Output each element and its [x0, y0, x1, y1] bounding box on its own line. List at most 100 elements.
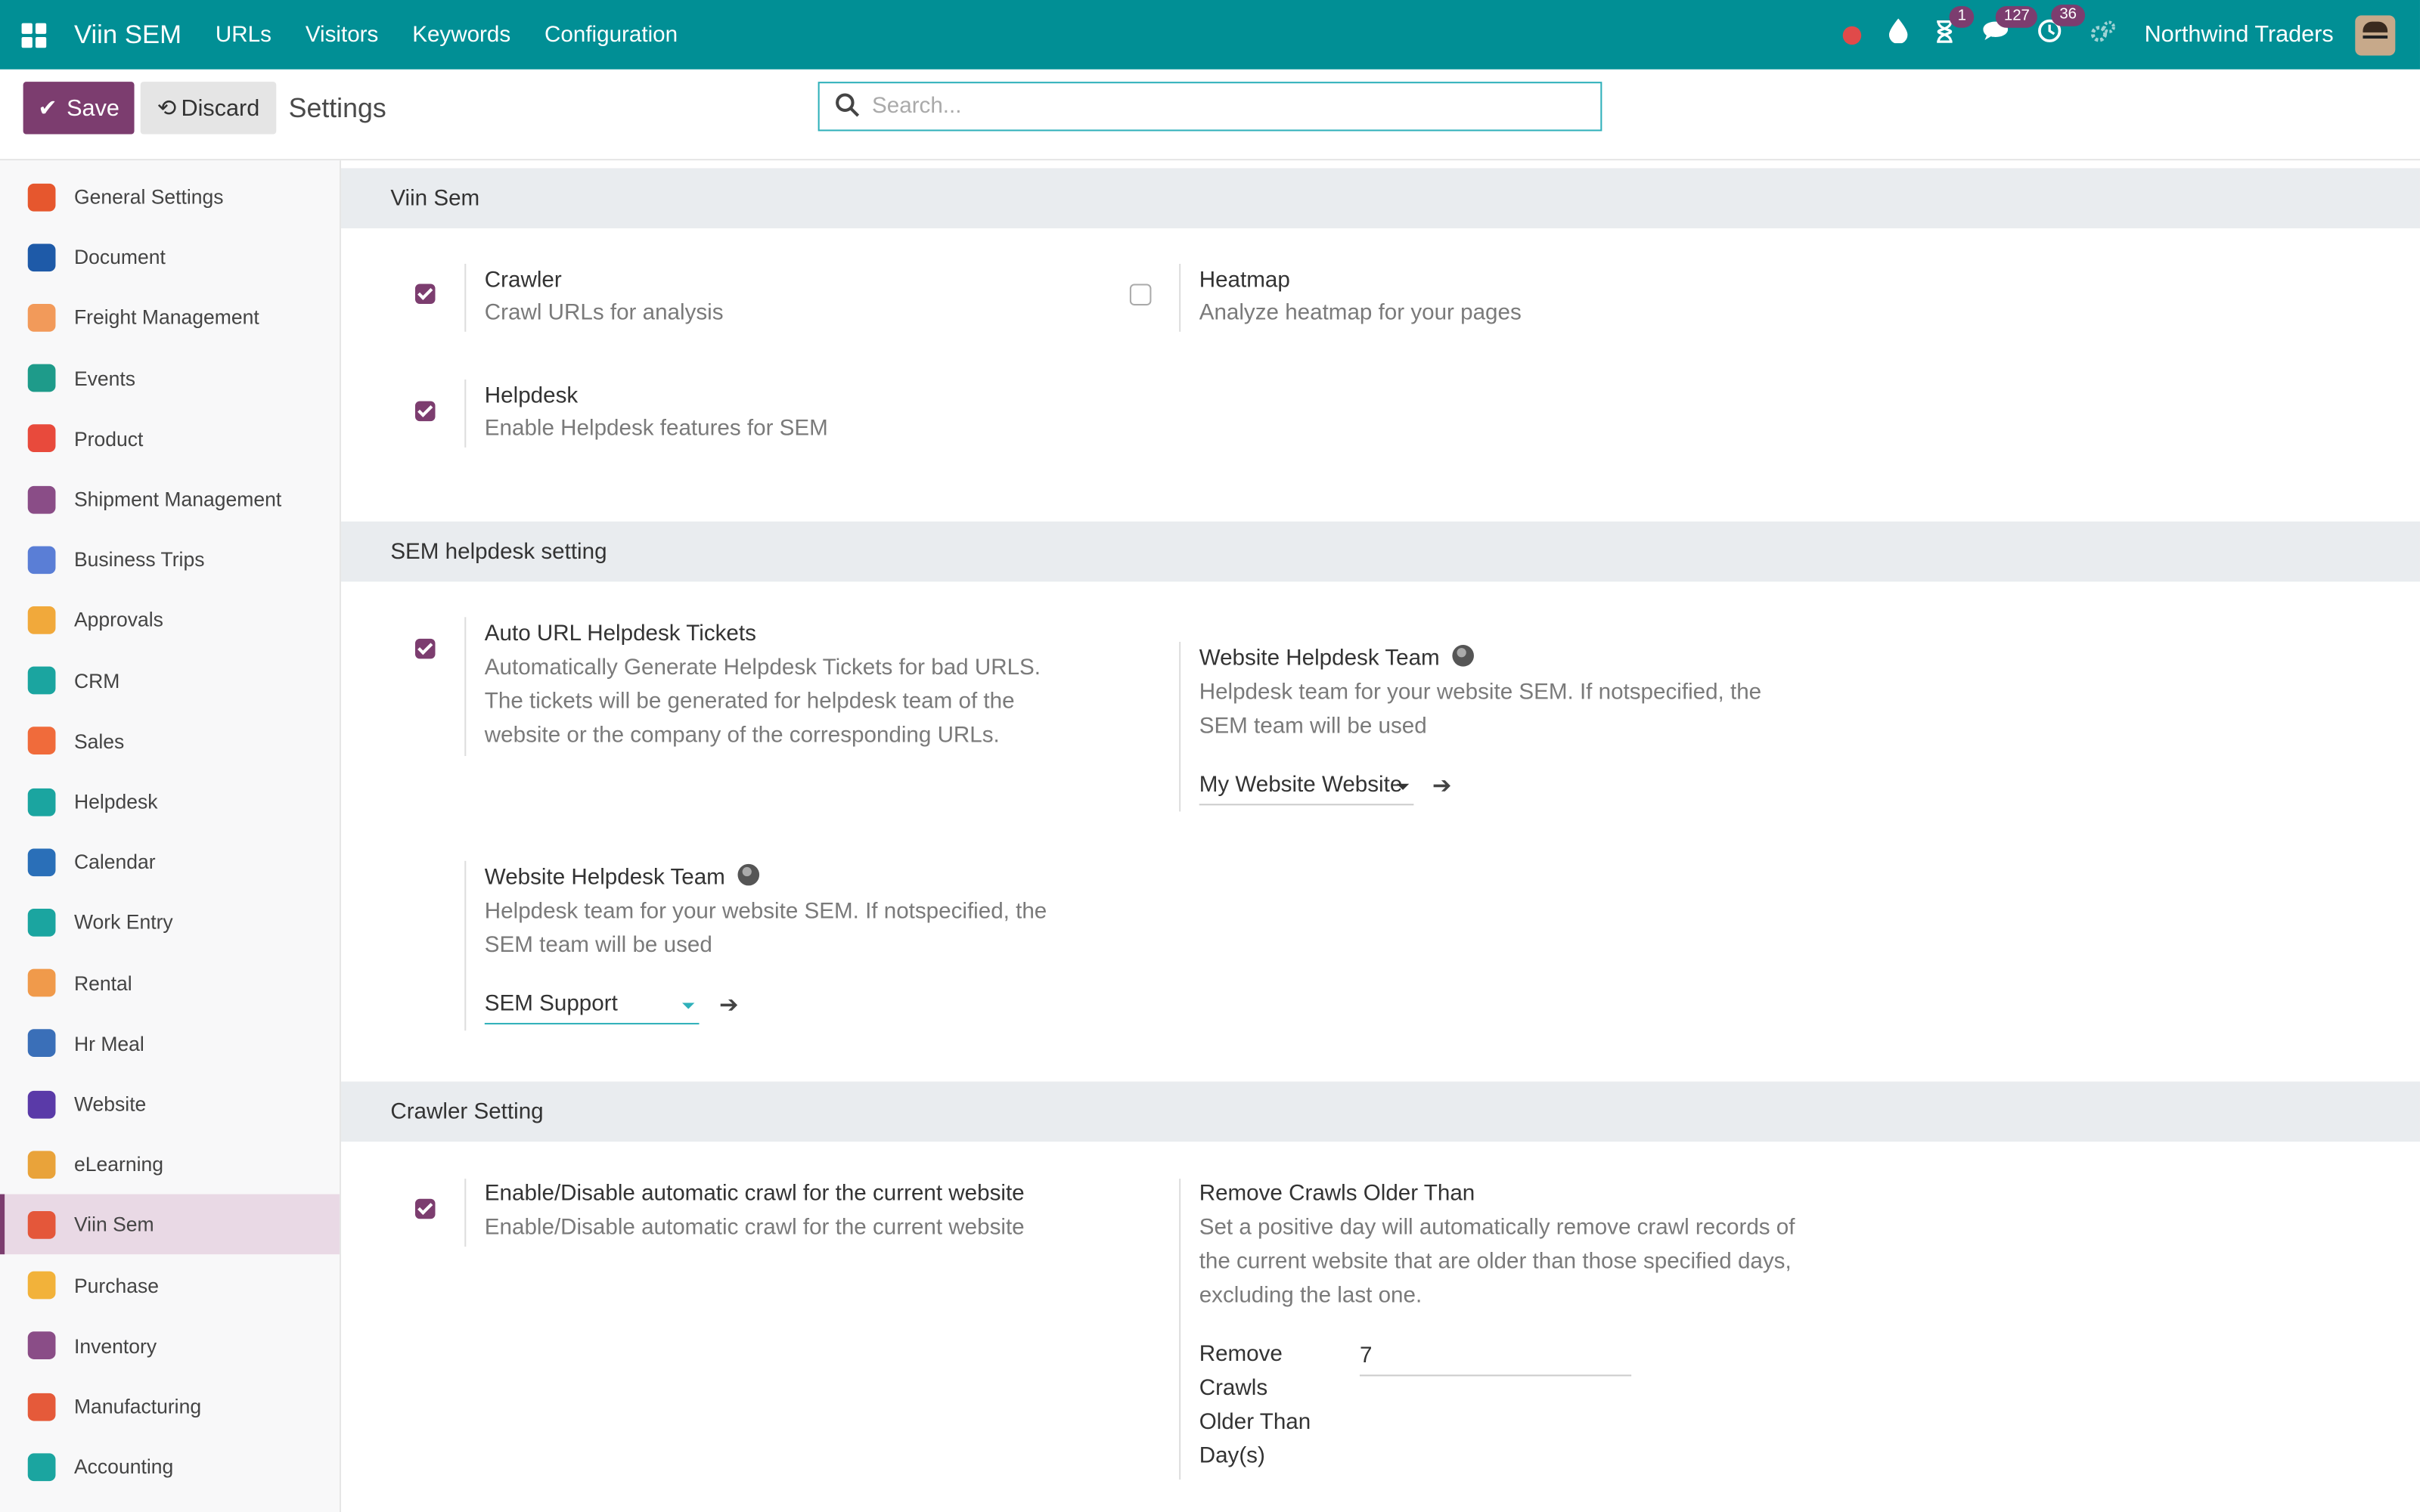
sidebar-item-label: Events: [73, 366, 136, 390]
heatmap-description: Analyze heatmap for your pages: [1199, 300, 1522, 326]
menu-visitors[interactable]: Visitors: [306, 23, 378, 48]
user-avatar[interactable]: [2355, 14, 2396, 55]
section-title: SEM helpdesk setting: [390, 539, 607, 564]
divider: [464, 263, 467, 332]
sidebar-item-calendar[interactable]: Calendar: [0, 832, 340, 892]
divider: [464, 380, 467, 448]
app-icon: [27, 1150, 56, 1179]
app-icon: [27, 485, 56, 513]
app-icon: [27, 243, 56, 271]
chat-icon[interactable]: 127: [1982, 5, 2038, 51]
sidebar-item-label: Document: [73, 245, 166, 269]
discard-button[interactable]: ⟲ Discard: [140, 82, 277, 135]
auto-crawl-description: Enable/Disable automatic crawl for the c…: [484, 1216, 1025, 1241]
clock-icon[interactable]: 36: [2038, 5, 2085, 51]
sidebar-item-label: Sales: [73, 729, 125, 753]
app-icon: [27, 1392, 56, 1421]
sidebar-item-events[interactable]: Events: [0, 348, 340, 408]
menu-keywords[interactable]: Keywords: [412, 23, 510, 48]
section-crawler-setting-header: Crawler Setting: [341, 1081, 2420, 1142]
sidebar-item-manufacturing[interactable]: Manufacturing: [0, 1376, 340, 1436]
sidebar-item-elearning[interactable]: eLearning: [0, 1134, 340, 1194]
arrow-right-icon[interactable]: ➔: [1432, 771, 1452, 799]
team-label-text: Website Helpdesk Team: [1199, 646, 1440, 671]
sidebar-item-viin-sem[interactable]: Viin Sem: [0, 1194, 340, 1255]
sidebar-item-product[interactable]: Product: [0, 408, 340, 469]
app-icon: [27, 787, 56, 816]
search-input[interactable]: [868, 89, 1585, 124]
heatmap-checkbox[interactable]: [1129, 284, 1152, 306]
section-helpdesk-setting-header: SEM helpdesk setting: [341, 521, 2420, 582]
website-helpdesk-team-left-label: Website Helpdesk Team: [485, 863, 759, 891]
sidebar-item-label: CRM: [73, 668, 120, 692]
sidebar-item-label: Viin Sem: [73, 1213, 154, 1237]
app-icon: [27, 1029, 56, 1058]
sidebar-item-label: Website: [73, 1092, 147, 1116]
sidebar-item-crm[interactable]: CRM: [0, 650, 340, 711]
app-grid-icon[interactable]: [21, 22, 47, 48]
sidebar-item-accounting[interactable]: Accounting: [0, 1436, 340, 1497]
crawler-checkbox[interactable]: [414, 284, 436, 305]
sidebar-item-inventory[interactable]: Inventory: [0, 1315, 340, 1376]
section-viin-sem-header: Viin Sem: [341, 168, 2420, 229]
remove-crawls-days-input[interactable]: 7: [1359, 1340, 1632, 1377]
sidebar-item-label: Hr Meal: [73, 1031, 144, 1055]
app-icon: [27, 364, 56, 392]
app-icon: [27, 1331, 56, 1360]
sidebar-item-general-settings[interactable]: General Settings: [0, 166, 340, 227]
website-helpdesk-team-right-description: Helpdesk team for your website SEM. If n…: [1199, 680, 1762, 739]
app-icon: [27, 303, 56, 332]
check-icon: ✔: [38, 95, 57, 122]
website-helpdesk-team-right-select[interactable]: My Website Website: [1199, 770, 1414, 806]
app-icon: [27, 727, 56, 755]
sidebar-item-label: Manufacturing: [73, 1394, 202, 1418]
sidebar-item-label: Shipment Management: [73, 487, 282, 511]
helpdesk-label: Helpdesk: [484, 384, 579, 409]
website-helpdesk-team-left-select[interactable]: SEM Support: [484, 989, 700, 1025]
helpdesk-description: Enable Helpdesk features for SEM: [484, 417, 828, 442]
remove-crawls-label: Remove Crawls Older Than: [1199, 1182, 1475, 1207]
sidebar-item-label: Product: [73, 426, 144, 451]
menu-configuration[interactable]: Configuration: [544, 23, 678, 48]
sidebar-item-label: Inventory: [73, 1334, 157, 1358]
sidebar-item-purchase[interactable]: Purchase: [0, 1255, 340, 1315]
sidebar-item-approvals[interactable]: Approvals: [0, 590, 340, 650]
auto-url-helpdesk-checkbox[interactable]: [414, 638, 436, 659]
divider: [464, 860, 467, 1031]
gears-icon[interactable]: [2090, 20, 2117, 51]
sidebar-item-hr-meal[interactable]: Hr Meal: [0, 1013, 340, 1074]
app-brand[interactable]: Viin SEM: [74, 20, 182, 51]
sidebar-item-rental[interactable]: Rental: [0, 953, 340, 1013]
company-switcher[interactable]: Northwind Traders: [2145, 22, 2334, 48]
sidebar-item-business-trips[interactable]: Business Trips: [0, 529, 340, 590]
app-icon: [27, 545, 56, 574]
divider: [464, 617, 467, 756]
sidebar-item-label: Freight Management: [73, 305, 259, 330]
save-button[interactable]: ✔ Save: [23, 82, 135, 135]
app-icon: [27, 847, 56, 876]
arrow-right-icon[interactable]: ➔: [719, 990, 739, 1018]
record-dot-icon[interactable]: [1843, 25, 1863, 45]
sidebar-item-shipment-management[interactable]: Shipment Management: [0, 469, 340, 529]
heatmap-label: Heatmap: [1199, 268, 1290, 293]
app-icon: [27, 666, 56, 695]
settings-content: Viin Sem Crawler Crawl URLs for analysis…: [341, 160, 2420, 1512]
hourglass-icon[interactable]: 1: [1936, 5, 1975, 51]
crawler-label: Crawler: [484, 268, 562, 293]
sidebar-item-helpdesk[interactable]: Helpdesk: [0, 771, 340, 832]
sidebar-item-document[interactable]: Document: [0, 227, 340, 287]
systray: 1 127 36 Northwind Traders: [1843, 0, 2420, 70]
section-title: Viin Sem: [390, 185, 480, 211]
sidebar-item-work-entry[interactable]: Work Entry: [0, 892, 340, 953]
sidebar-item-website[interactable]: Website: [0, 1074, 340, 1134]
search-box[interactable]: [818, 82, 1602, 132]
globe-icon: [1452, 645, 1474, 667]
sidebar-item-sales[interactable]: Sales: [0, 711, 340, 771]
menu-urls[interactable]: URLs: [216, 23, 271, 48]
divider: [1179, 1179, 1181, 1480]
activity-count-badge: 1: [1950, 5, 1975, 27]
helpdesk-checkbox[interactable]: [414, 401, 436, 422]
auto-crawl-checkbox[interactable]: [414, 1198, 436, 1219]
droplet-icon[interactable]: [1889, 18, 1909, 51]
sidebar-item-freight-management[interactable]: Freight Management: [0, 287, 340, 348]
